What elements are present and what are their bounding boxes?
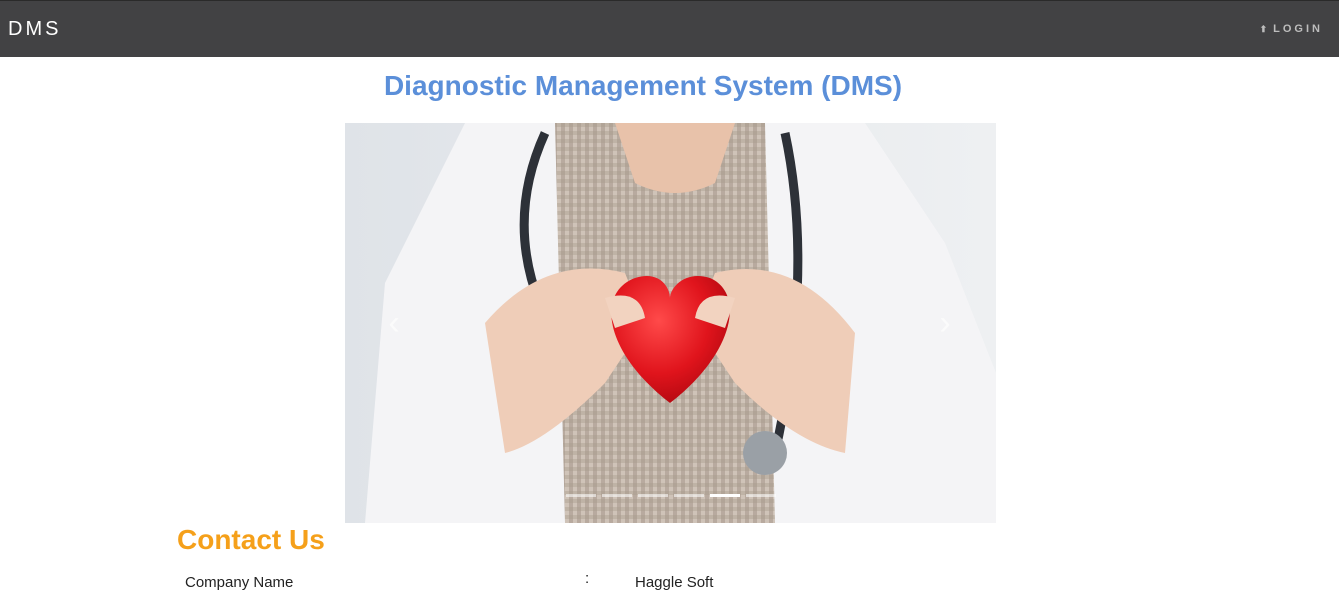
carousel-indicator-active[interactable] [710,494,740,497]
login-label: LOGIN [1273,23,1323,35]
brand-logo[interactable]: DMS [8,18,61,41]
carousel-indicator[interactable] [746,494,776,497]
chevron-right-icon[interactable]: › [930,300,960,346]
carousel-indicator[interactable] [674,494,704,497]
image-carousel[interactable] [345,123,996,523]
carousel-indicators [566,494,776,497]
contact-label: Company Name [185,574,294,591]
contact-separator: : [585,570,590,587]
doctor-heart-image [345,123,996,523]
carousel-indicator[interactable] [566,494,596,497]
page-title: Diagnostic Management System (DMS) [383,70,903,101]
login-link[interactable]: ⬆ LOGIN [1260,23,1323,35]
contact-value: Haggle Soft [635,574,714,591]
carousel-indicator[interactable] [638,494,668,497]
carousel-indicator[interactable] [602,494,632,497]
chevron-left-icon[interactable]: ‹ [379,300,409,346]
contact-row: Company Name : Haggle Soft [185,570,885,594]
contact-heading: Contact Us [177,524,325,555]
top-navbar: DMS ⬆ LOGIN [0,0,1339,57]
login-arrow-icon: ⬆ [1259,23,1268,34]
